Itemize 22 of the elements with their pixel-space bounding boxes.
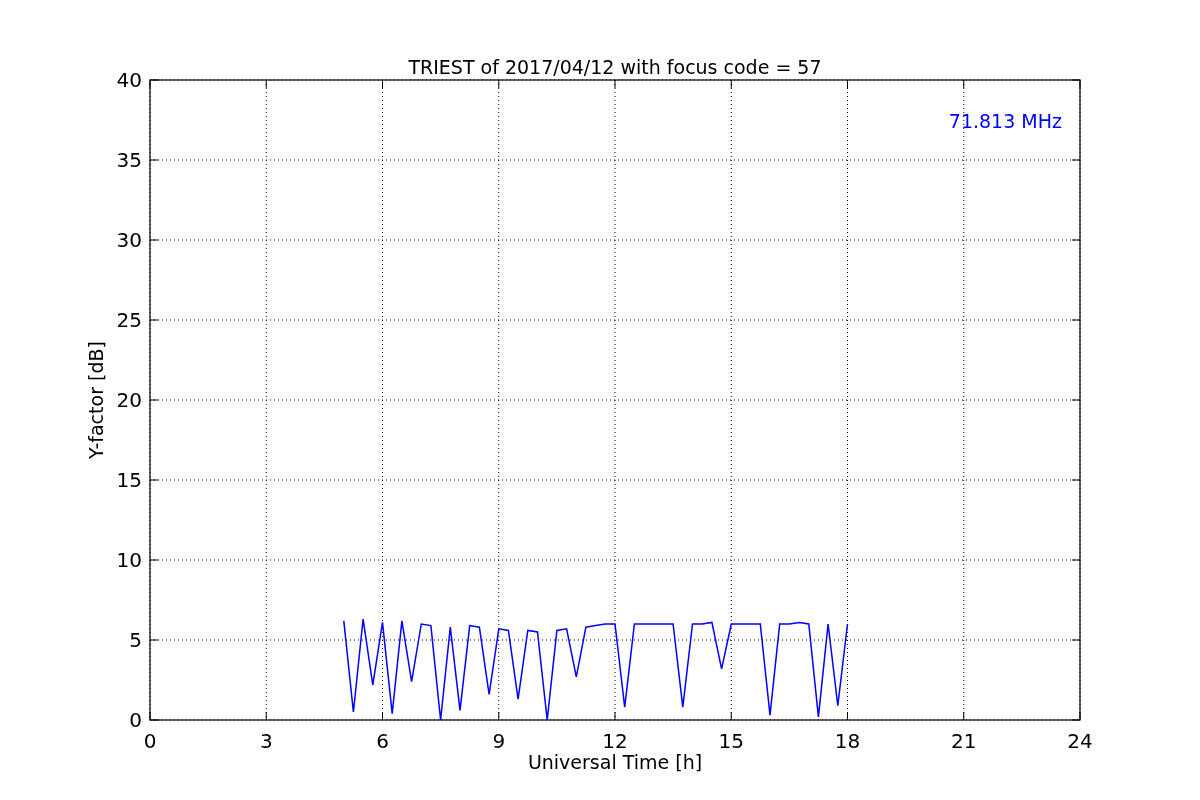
y-axis-label: Y-factor [dB] [85, 341, 107, 459]
chart-title: TRIEST of 2017/04/12 with focus code = 57 [408, 56, 822, 78]
y-tick-label: 0 [129, 708, 142, 732]
x-tick-label: 9 [492, 729, 506, 753]
x-tick-label: 3 [259, 729, 273, 753]
x-tick-label: 12 [602, 729, 628, 753]
y-tick-label: 5 [129, 628, 142, 652]
x-tick-label: 6 [376, 729, 389, 753]
x-tick-label: 21 [951, 729, 977, 753]
x-tick-label: 15 [718, 729, 744, 753]
y-tick-label: 35 [116, 148, 142, 172]
y-tick-label: 10 [116, 548, 142, 572]
x-tick-label: 18 [834, 729, 861, 753]
x-tick-label: 24 [1067, 729, 1093, 753]
y-tick-label: 30 [116, 228, 142, 252]
series-label: 71.813 MHz [948, 110, 1062, 132]
y-tick-label: 20 [116, 388, 142, 412]
y-tick-label: 40 [116, 68, 142, 92]
y-tick-label: 25 [116, 308, 142, 332]
x-tick-label: 0 [143, 729, 157, 753]
y-tick-label: 15 [116, 468, 142, 492]
x-axis-label: Universal Time [h] [527, 751, 703, 773]
